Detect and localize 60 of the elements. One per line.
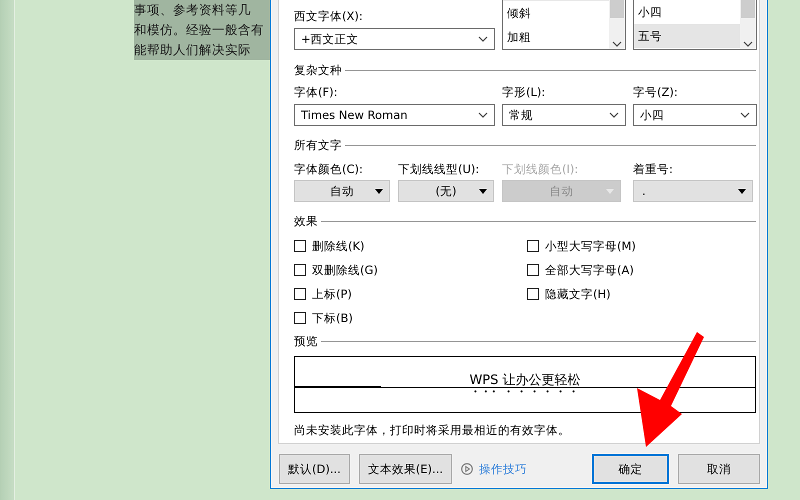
checkbox-label: 删除线(K) [312, 238, 365, 254]
chevron-icon [478, 112, 488, 118]
list-item[interactable]: 五号 [634, 24, 740, 48]
dropdown[interactable]: Times New Roman [294, 104, 495, 126]
help-link[interactable]: 操作技巧 [479, 462, 528, 476]
checkbox[interactable] [294, 264, 306, 276]
checkbox[interactable] [294, 312, 306, 324]
list-item[interactable]: 倾斜 [503, 1, 609, 25]
dropdown[interactable]: 小四 [633, 104, 757, 126]
dropdown[interactable]: 自动 [294, 180, 390, 202]
dialog-button[interactable]: 默认(D)... [279, 454, 350, 484]
field-label: 字号(Z): [633, 84, 679, 100]
field-label: 字体颜色(C): [294, 161, 364, 177]
dropdown-arrow-icon [738, 189, 746, 194]
checkbox-label: 小型大写字母(M) [545, 238, 636, 254]
preview-text: WPS 让办公更轻松 [468, 373, 582, 388]
document-text: 和模仿。经验一般含有 [134, 21, 265, 39]
dropdown[interactable]: (无) [398, 180, 494, 202]
dropdown-arrow-icon [606, 189, 614, 194]
scroll-thumb[interactable] [741, 0, 755, 18]
field-label: 西文字体(X): [294, 8, 364, 24]
field-label: 着重号: [633, 161, 674, 177]
checkbox-label: 全部大写字母(A) [545, 262, 634, 278]
checkbox[interactable] [527, 240, 539, 252]
dropdown-arrow-icon [375, 189, 383, 194]
chevron-icon [478, 36, 488, 42]
section-title: 预览 [294, 334, 318, 348]
dialog-button[interactable]: 取消 [678, 454, 760, 484]
chevron-icon [743, 41, 753, 47]
dialog-button[interactable]: 文本效果(E)... [358, 454, 452, 484]
list-item[interactable]: 加粗 [503, 25, 609, 49]
chevron-icon [740, 112, 750, 118]
field-label: 字体(F): [294, 84, 338, 100]
chevron-icon [612, 41, 622, 47]
dropdown[interactable]: 常规 [502, 104, 626, 126]
checkbox-label: 上标(P) [312, 286, 352, 302]
document-text: 事项、参考资料等几 [134, 1, 252, 19]
checkbox[interactable] [294, 288, 306, 300]
section-title: 效果 [294, 214, 318, 228]
document-text: 能帮助人们解决实际 [134, 41, 252, 59]
chevron-icon [609, 112, 619, 118]
field-label: 字形(L): [502, 84, 546, 100]
checkbox[interactable] [527, 288, 539, 300]
dropdown[interactable]: . [633, 180, 753, 202]
dropdown-arrow-icon [479, 189, 487, 194]
dropdown[interactable]: +西文正文 [294, 28, 495, 50]
play-icon [461, 463, 474, 475]
section-title: 复杂文种 [294, 62, 342, 78]
ok-button[interactable]: 确定 [592, 454, 669, 484]
field-label: 下划线颜色(I): [502, 161, 580, 177]
notice-text: 尚未安装此字体，打印时将采用最相近的有效字体。 [294, 422, 571, 438]
checkbox[interactable] [294, 240, 306, 252]
checkbox-label: 双删除线(G) [312, 262, 378, 278]
checkbox-label: 下标(B) [312, 310, 353, 326]
checkbox-label: 隐藏文字(H) [545, 286, 611, 302]
list-item[interactable]: 小四 [634, 0, 740, 24]
scroll-thumb[interactable] [610, 0, 624, 18]
checkbox[interactable] [527, 264, 539, 276]
section-title: 所有文字 [294, 138, 342, 152]
field-label: 下划线线型(U): [398, 161, 480, 177]
